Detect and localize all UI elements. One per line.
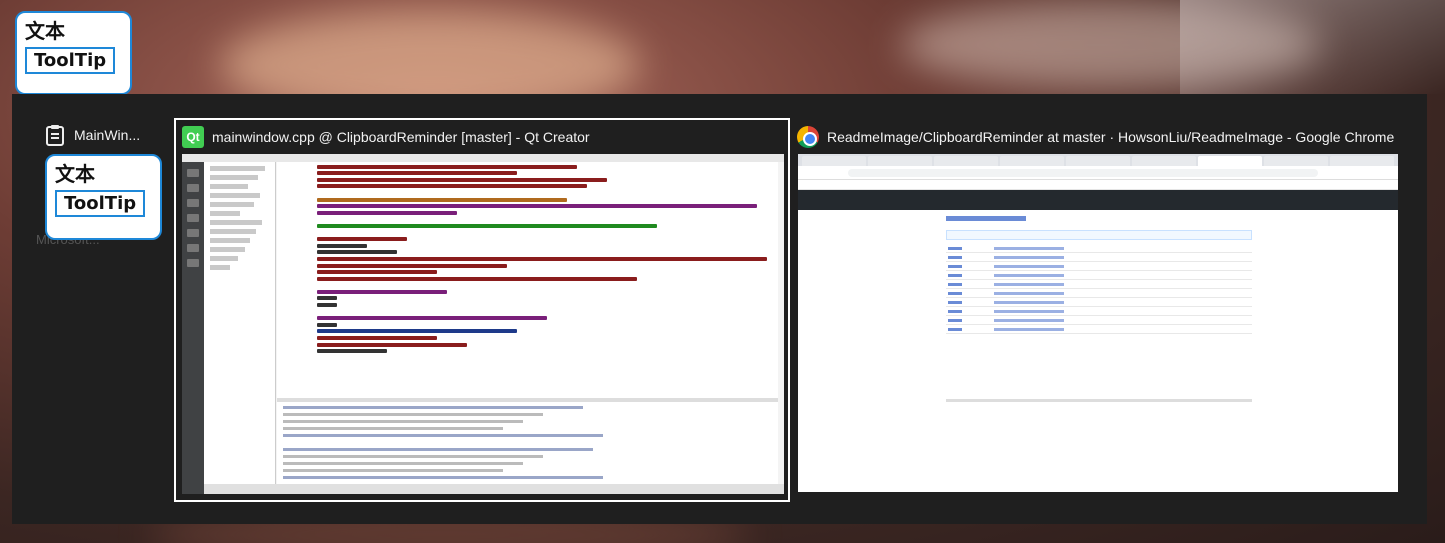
- clipboard-text-label: 文本: [25, 19, 65, 43]
- chrome-omnibox: [798, 166, 1398, 180]
- qt-creator-icon: Qt: [182, 126, 204, 148]
- clipboard-popup: 文本 ToolTip: [15, 11, 132, 95]
- repo-title-mark: [946, 216, 1026, 221]
- clipboard-text-label: 文本: [55, 162, 95, 186]
- chrome-bookmarks-bar: [798, 180, 1398, 190]
- qt-status-bar: [204, 484, 784, 494]
- qt-code-editor: [277, 162, 778, 398]
- clipboard-overlay-popup: 文本 ToolTip: [45, 154, 162, 240]
- wallpaper-hair: [1180, 0, 1445, 94]
- qt-mode-sidebar: [182, 162, 204, 494]
- task-title-text: MainWin...: [74, 127, 141, 143]
- chrome-thumbnail[interactable]: [798, 154, 1398, 492]
- qt-project-tree: [204, 162, 276, 484]
- chrome-tab-strip: [798, 154, 1398, 166]
- qt-creator-thumbnail[interactable]: [182, 154, 784, 494]
- clipboard-icon: [44, 124, 66, 146]
- qt-menubar: [182, 154, 784, 162]
- qt-output-pane: [277, 398, 778, 493]
- github-footer: [946, 399, 1252, 402]
- task-title-text: ReadmeImage/ClipboardReminder at master …: [827, 129, 1395, 145]
- task-title-chrome[interactable]: ReadmeImage/ClipboardReminder at master …: [797, 126, 1417, 148]
- clipboard-tooltip-label: ToolTip: [25, 47, 116, 74]
- task-switcher: MainWin... Microsoft... 文本 ToolTip Qt ma…: [12, 94, 1427, 524]
- task-title-qt-creator[interactable]: Qt mainwindow.cpp @ ClipboardReminder [m…: [182, 126, 782, 148]
- task-title-text: mainwindow.cpp @ ClipboardReminder [mast…: [212, 129, 590, 145]
- github-header: [798, 190, 1398, 210]
- clipboard-tooltip-label: ToolTip: [55, 190, 146, 217]
- task-title-mainwindow[interactable]: MainWin...: [44, 124, 144, 146]
- chrome-icon: [797, 126, 819, 148]
- github-file-list: [946, 230, 1252, 334]
